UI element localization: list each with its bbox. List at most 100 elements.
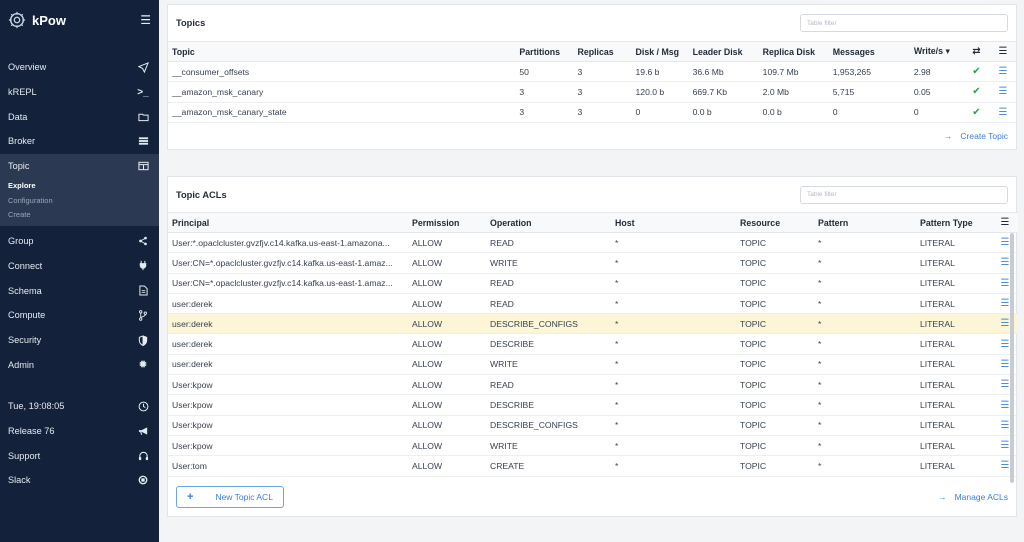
check-icon: ✔ — [972, 66, 981, 78]
col-replicas[interactable]: Replicas — [573, 41, 632, 62]
table-row[interactable]: __consumer_offsets 50 3 19.6 b 36.6 Mb 1… — [168, 61, 1016, 83]
acls-body: User:*.opaclcluster.gvzfjv.c14.kafka.us-… — [168, 232, 1018, 477]
table-row[interactable]: User:kpow ALLOW READ * TOPIC * LITERAL ☰ — [168, 374, 1018, 396]
col-pattern[interactable]: Pattern — [814, 212, 916, 233]
table-row[interactable]: User:tom ALLOW CREATE * TOPIC * LITERAL ☰ — [168, 455, 1018, 477]
table-row[interactable]: User:kpow ALLOW DESCRIBE * TOPIC * LITERAL ☰ — [168, 394, 1018, 416]
row-menu-icon[interactable]: ☰ — [1001, 400, 1010, 411]
brand-name: kPow — [32, 12, 66, 28]
sidebar-release[interactable]: Release 76 — [0, 419, 159, 444]
col-permission[interactable]: Permission — [408, 212, 486, 233]
row-menu-icon[interactable]: ☰ — [1001, 359, 1010, 370]
create-topic-link[interactable]: → Create Topic — [944, 131, 1008, 141]
branch-icon — [137, 309, 149, 321]
col-write-rate[interactable]: Write/s ▾ — [909, 41, 963, 62]
brand-header: kPow ☰ — [0, 0, 159, 40]
col-pattern-type[interactable]: Pattern Type — [916, 212, 992, 233]
acls-panel: Topic ACLs Table filter Principal Permis… — [167, 176, 1018, 517]
acls-header: Topic ACLs Table filter — [168, 177, 1016, 212]
subnav-create[interactable]: Create — [8, 207, 151, 222]
brand-logo[interactable]: kPow — [8, 11, 66, 29]
topics-table: Topic Partitions Replicas Disk / Msg Lea… — [168, 41, 1016, 123]
sidebar-item-data[interactable]: Data — [0, 104, 159, 129]
server-icon — [137, 135, 149, 147]
col-operation[interactable]: Operation — [486, 212, 611, 233]
new-topic-acl-button[interactable]: + New Topic ACL — [176, 485, 284, 508]
columns-list-icon[interactable]: ☰ — [992, 212, 1018, 233]
table-row[interactable]: __amazon_msk_canary 3 3 120.0 b 669.7 Kb… — [168, 81, 1016, 103]
check-icon: ✔ — [972, 106, 981, 118]
col-partitions[interactable]: Partitions — [515, 41, 574, 62]
row-menu-icon[interactable]: ☰ — [998, 86, 1007, 97]
col-topic[interactable]: Topic — [168, 41, 516, 62]
row-menu-icon[interactable]: ☰ — [1001, 257, 1010, 268]
topics-filter-input[interactable]: Table filter — [800, 14, 1008, 32]
row-menu-icon[interactable]: ☰ — [1001, 278, 1010, 289]
subnav-explore[interactable]: Explore — [8, 178, 151, 193]
col-principal[interactable]: Principal — [168, 212, 408, 233]
table-row[interactable]: user:derek ALLOW READ * TOPIC * LITERAL ☰ — [168, 293, 1018, 315]
terminal-icon: >_ — [137, 86, 149, 98]
kpow-logo-icon — [8, 11, 26, 29]
col-messages[interactable]: Messages — [828, 41, 910, 62]
file-icon — [137, 285, 149, 297]
send-icon — [137, 61, 149, 73]
sidebar-item-connect[interactable]: Connect — [0, 254, 159, 279]
sidebar-item-topic[interactable]: Topic — [0, 153, 159, 179]
row-menu-icon[interactable]: ☰ — [1001, 237, 1010, 248]
table-row[interactable]: User:CN=*.opaclcluster.gvzfjv.c14.kafka.… — [168, 252, 1018, 274]
col-leader-disk[interactable]: Leader Disk — [688, 41, 759, 62]
sidebar-item-security[interactable]: Security — [0, 328, 159, 353]
sidebar-support[interactable]: Support — [0, 443, 159, 468]
sync-icon[interactable]: ⇄ — [962, 41, 990, 62]
row-menu-icon[interactable]: ☰ — [1001, 440, 1010, 451]
table-icon — [137, 160, 149, 172]
row-menu-icon[interactable]: ☰ — [1001, 339, 1010, 350]
menu-icon[interactable]: ☰ — [140, 13, 151, 27]
row-menu-icon[interactable]: ☰ — [1001, 298, 1010, 309]
sidebar-item-compute[interactable]: Compute — [0, 303, 159, 328]
row-menu-icon[interactable]: ☰ — [1001, 460, 1010, 471]
sidebar-item-group[interactable]: Group — [0, 229, 159, 254]
row-menu-icon[interactable]: ☰ — [1001, 379, 1010, 390]
sidebar-item-krepl[interactable]: kREPL >_ — [0, 80, 159, 105]
check-icon: ✔ — [972, 86, 981, 98]
row-menu-icon[interactable]: ☰ — [1001, 318, 1010, 329]
sidebar-slack[interactable]: Slack — [0, 468, 159, 493]
table-row[interactable]: User:*.opaclcluster.gvzfjv.c14.kafka.us-… — [168, 232, 1018, 254]
subnav-configuration[interactable]: Configuration — [8, 193, 151, 208]
clock-icon — [137, 400, 149, 412]
table-row[interactable]: User:kpow ALLOW DESCRIBE_CONFIGS * TOPIC * LIT… — [168, 415, 1018, 436]
col-replica-disk[interactable]: Replica Disk — [758, 41, 829, 62]
table-row[interactable]: user:derek ALLOW DESCRIBE_CONFIGS * TOPIC * LI… — [168, 313, 1018, 335]
acls-filter-input[interactable]: Table filter — [800, 185, 1008, 204]
topics-footer: → Create Topic — [168, 123, 1016, 149]
col-disk-msg[interactable]: Disk / Msg — [631, 41, 689, 62]
acls-scrollbar[interactable] — [1010, 233, 1014, 483]
plus-icon: + — [187, 490, 194, 503]
acls-header-row: Principal Permission Operation Host Reso… — [168, 212, 1018, 233]
row-menu-icon[interactable]: ☰ — [998, 107, 1007, 118]
shield-icon — [137, 334, 149, 346]
acls-title: Topic ACLs — [176, 189, 227, 200]
row-menu-icon[interactable]: ☰ — [998, 66, 1007, 77]
folder-icon — [137, 111, 149, 123]
sidebar-item-admin[interactable]: Admin ✹ — [0, 352, 159, 377]
manage-acls-link[interactable]: → Manage ACLs — [938, 492, 1008, 502]
table-row[interactable]: __amazon_msk_canary_state 3 3 0 0.0 b 0.… — [168, 102, 1016, 123]
sidebar-item-broker[interactable]: Broker — [0, 129, 159, 154]
megaphone-icon — [137, 425, 149, 437]
sidebar-item-overview[interactable]: Overview — [0, 55, 159, 80]
table-row[interactable]: user:derek ALLOW WRITE * TOPIC * LITERAL ☰ — [168, 354, 1018, 376]
headset-icon — [137, 450, 149, 462]
topics-header: Topics Table filter — [168, 5, 1016, 41]
columns-list-icon[interactable]: ☰ — [989, 41, 1016, 62]
sidebar-item-schema[interactable]: Schema — [0, 278, 159, 303]
table-row[interactable]: User:CN=*.opaclcluster.gvzfjv.c14.kafka.… — [168, 273, 1018, 294]
table-row[interactable]: User:kpow ALLOW WRITE * TOPIC * LITERAL ☰ — [168, 435, 1018, 457]
row-menu-icon[interactable]: ☰ — [1001, 420, 1010, 431]
col-host[interactable]: Host — [611, 212, 736, 233]
arrow-right-icon: → — [938, 491, 947, 502]
table-row[interactable]: user:derek ALLOW DESCRIBE * TOPIC * LITERAL ☰ — [168, 333, 1018, 355]
col-resource[interactable]: Resource — [736, 212, 814, 233]
